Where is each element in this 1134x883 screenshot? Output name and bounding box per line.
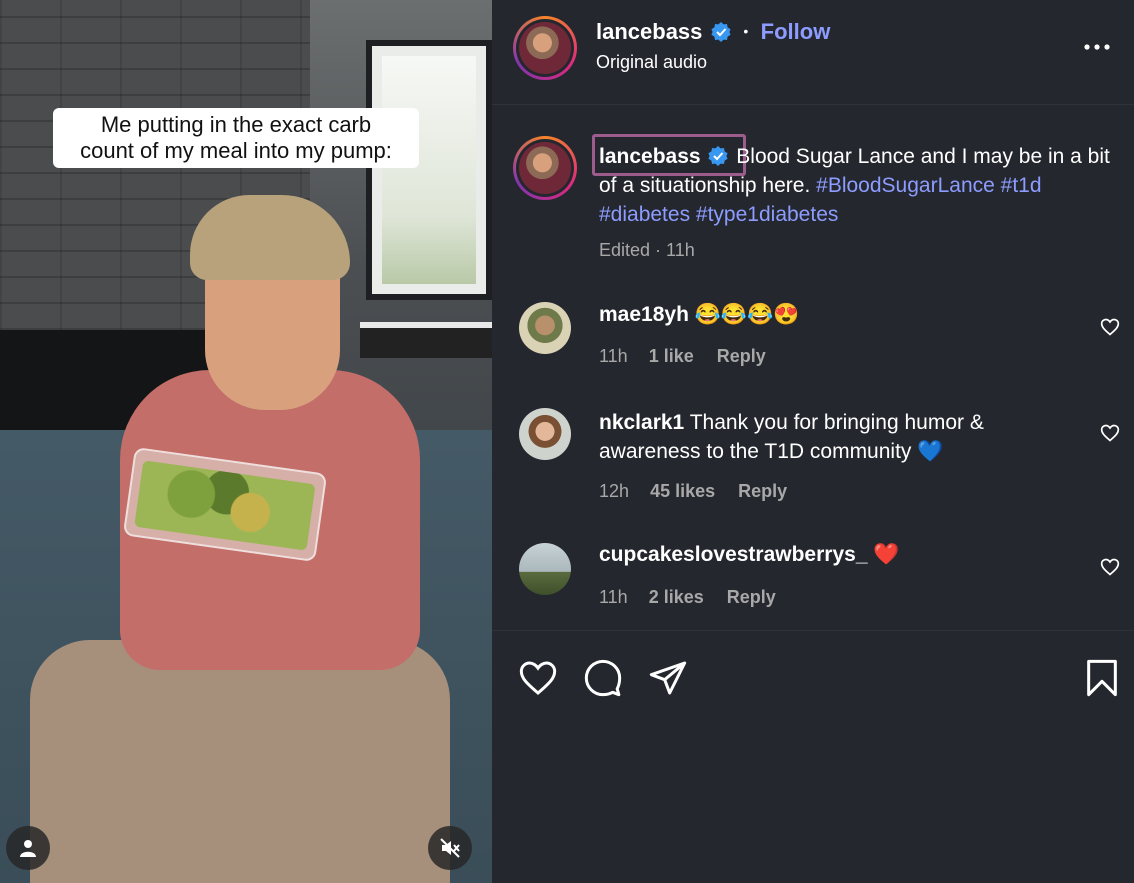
comment-3: cupcakeslovestrawberrys_ ❤️ xyxy=(599,543,900,567)
comment-text: 😂😂😂😍 xyxy=(694,303,800,326)
post-header: lancebass • Follow Original audio xyxy=(492,0,1134,105)
comment-username[interactable]: nkclark1 xyxy=(599,411,684,434)
comment-meta: 11h 1 like Reply xyxy=(599,346,766,367)
follow-button[interactable]: Follow xyxy=(761,19,831,44)
comment-time: 11h xyxy=(599,346,628,366)
like-heart-icon[interactable] xyxy=(518,658,558,698)
actions-divider xyxy=(492,630,1134,631)
commenter-avatar[interactable] xyxy=(519,302,571,354)
verified-badge-icon xyxy=(708,146,729,166)
caption-line-2: count of my meal into my pump: xyxy=(80,138,392,163)
share-icon[interactable] xyxy=(648,658,688,698)
comment-like-heart-icon[interactable] xyxy=(1100,557,1120,577)
mute-button[interactable] xyxy=(428,826,472,870)
comment-1: mae18yh 😂😂😂😍 xyxy=(599,303,799,327)
comment-icon[interactable] xyxy=(583,658,623,698)
hashtag-link[interactable]: #diabetes xyxy=(599,203,690,226)
user-icon xyxy=(20,840,36,857)
comment-like-heart-icon[interactable] xyxy=(1100,423,1120,443)
hashtag-link[interactable]: #t1d xyxy=(1001,174,1042,197)
author-username[interactable]: lancebass xyxy=(596,19,702,44)
reply-button[interactable]: Reply xyxy=(738,481,787,501)
reply-button[interactable]: Reply xyxy=(717,346,766,366)
post-panel: lancebass • Follow Original audio lanceb… xyxy=(492,0,1134,883)
comment-time: 12h xyxy=(599,481,630,501)
comment-time: 11h xyxy=(599,587,628,607)
comment-likes[interactable]: 45 likes xyxy=(650,481,715,501)
commenter-avatar[interactable] xyxy=(519,543,571,595)
reply-button[interactable]: Reply xyxy=(727,587,776,607)
comment-text: ❤️ xyxy=(873,543,900,566)
background-window xyxy=(366,40,492,300)
video-player[interactable]: Me putting in the exact carb count of my… xyxy=(0,0,492,883)
comment-2: nkclark1 Thank you for bringing humor & … xyxy=(599,408,1079,466)
hashtag-link[interactable]: #type1diabetes xyxy=(696,203,838,226)
comment-text-line-2: awareness to the T1D community 💙 xyxy=(599,440,944,463)
comment-likes[interactable]: 1 like xyxy=(649,346,694,366)
comment-meta: 11h 2 likes Reply xyxy=(599,587,776,608)
header-separator: • xyxy=(743,23,749,39)
muted-speaker-icon xyxy=(440,838,460,858)
video-caption: Me putting in the exact carb count of my… xyxy=(53,108,419,168)
more-options-icon[interactable] xyxy=(1084,43,1110,51)
comment-username[interactable]: cupcakeslovestrawberrys_ xyxy=(599,543,868,566)
caption-username[interactable]: lancebass xyxy=(599,145,701,168)
hashtag-link[interactable]: #BloodSugarLance xyxy=(816,174,995,197)
comment-meta: 12h 45 likes Reply xyxy=(599,481,787,502)
commenter-avatar[interactable] xyxy=(519,408,571,460)
caption-line-1: Me putting in the exact carb xyxy=(100,112,372,137)
person-hair xyxy=(190,195,350,280)
verified-badge-icon xyxy=(711,22,731,42)
audio-label[interactable]: Original audio xyxy=(596,52,707,73)
author-avatar[interactable] xyxy=(513,16,577,80)
post-caption: lancebass Blood Sugar Lance and I may be… xyxy=(599,142,1119,229)
tagged-users-button[interactable] xyxy=(6,826,50,870)
comment-likes[interactable]: 2 likes xyxy=(649,587,704,607)
keyboard-piano xyxy=(360,322,492,358)
caption-author-avatar[interactable] xyxy=(513,136,577,200)
caption-meta: Edited · 11h xyxy=(599,240,695,260)
bookmark-icon[interactable] xyxy=(1082,658,1122,698)
comment-username[interactable]: mae18yh xyxy=(599,303,689,326)
person-pants xyxy=(30,640,450,883)
comment-text-line-1: Thank you for bringing humor & xyxy=(689,411,984,434)
comment-like-heart-icon[interactable] xyxy=(1100,317,1120,337)
